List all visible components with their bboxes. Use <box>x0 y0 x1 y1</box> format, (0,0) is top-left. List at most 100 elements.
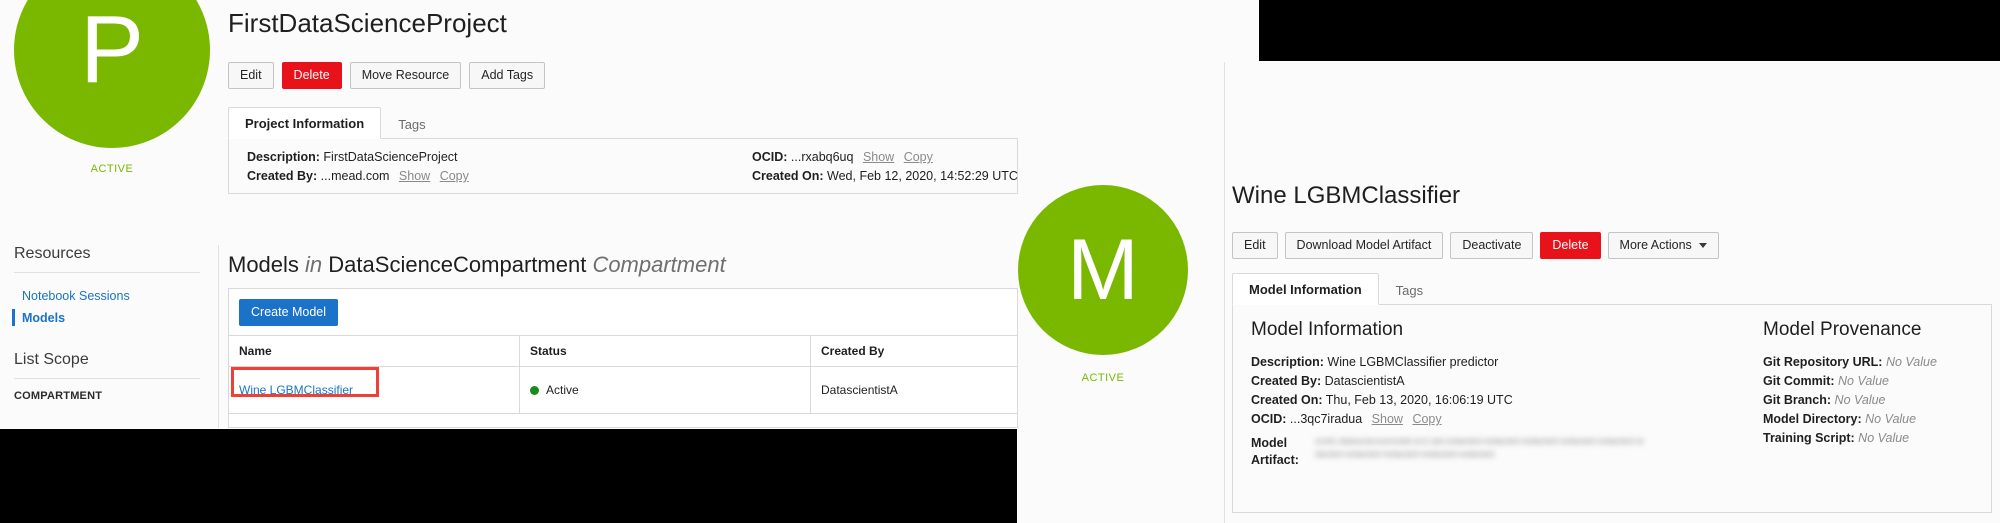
project-created-by-copy-link[interactable]: Copy <box>440 169 469 183</box>
project-created-by-show-link[interactable]: Show <box>399 169 430 183</box>
model-ocid-copy-link[interactable]: Copy <box>1412 412 1441 426</box>
git-branch-value: No Value <box>1834 393 1886 407</box>
git-branch-row: Git Branch: No Value <box>1763 391 1993 410</box>
model-artifact-label-line2: Artifact: <box>1251 453 1299 467</box>
project-avatar: P <box>14 0 210 148</box>
more-actions-button[interactable]: More Actions <box>1607 232 1719 259</box>
git-repository-url-value: No Value <box>1885 355 1937 369</box>
project-created-by-value: ...mead.com <box>320 169 390 183</box>
models-heading-compartment-word: Compartment <box>592 252 726 277</box>
model-directory-row: Model Directory: No Value <box>1763 410 1993 429</box>
cell-model-name: Wine LGBMClassifier <box>229 366 520 414</box>
project-action-toolbar: Edit Delete Move Resource Add Tags <box>228 62 546 89</box>
model-delete-button[interactable]: Delete <box>1540 232 1601 259</box>
training-script-value: No Value <box>1858 431 1910 445</box>
project-created-on-value: Wed, Feb 12, 2020, 14:52:29 UTC <box>827 169 1018 183</box>
column-header-created-by[interactable]: Created By <box>810 335 1017 367</box>
column-header-name[interactable]: Name <box>229 335 520 367</box>
download-model-artifact-button[interactable]: Download Model Artifact <box>1284 232 1444 259</box>
sidebar-item-models[interactable]: Models <box>12 307 218 329</box>
project-description-row: Description: FirstDataScienceProject <box>247 148 469 167</box>
more-actions-label: More Actions <box>1619 238 1692 252</box>
table-row: Wine LGBMClassifier Active Datascientist… <box>229 366 1017 414</box>
create-model-button[interactable]: Create Model <box>239 299 339 326</box>
models-table-header-row: Name Status Created By <box>229 335 1017 367</box>
redaction-block-bottom-left <box>0 428 1018 523</box>
project-ocid-show-link[interactable]: Show <box>863 150 894 164</box>
models-heading-word: Models <box>228 252 299 277</box>
project-details-left-column: Description: FirstDataScienceProject Cre… <box>247 148 469 186</box>
model-artifact-row: Model Artifact: ocid1.datasciencemodel.o… <box>1251 435 1671 469</box>
model-created-on-label: Created On: <box>1251 393 1323 407</box>
project-tab-bar: Project Information Tags <box>228 106 1018 139</box>
git-branch-label: Git Branch: <box>1763 393 1832 407</box>
training-script-label: Training Script: <box>1763 431 1855 445</box>
model-information-body: Model Information Description: Wine LGBM… <box>1232 305 1992 513</box>
project-move-resource-button[interactable]: Move Resource <box>349 62 462 89</box>
model-ocid-show-link[interactable]: Show <box>1372 412 1403 426</box>
project-add-tags-button[interactable]: Add Tags <box>469 62 546 89</box>
screenshot-root: P ACTIVE FirstDataScienceProject Edit De… <box>0 0 2000 523</box>
model-created-on-value: Thu, Feb 13, 2020, 16:06:19 UTC <box>1325 393 1513 407</box>
model-artifact-value: ocid1.datasciencemodel.oc1.iad.redacted-… <box>1315 436 1644 459</box>
project-edit-button[interactable]: Edit <box>228 62 274 89</box>
sidebar-resources-heading: Resources <box>14 245 91 262</box>
project-created-by-label: Created By: <box>247 169 318 183</box>
create-model-toolbar: Create Model <box>229 289 1017 335</box>
model-avatar: M <box>1018 185 1188 355</box>
project-page-title: FirstDataScienceProject <box>228 8 507 38</box>
models-heading-compartment: DataScienceCompartment <box>328 252 587 277</box>
sidebar-item-notebook-sessions[interactable]: Notebook Sessions <box>22 285 218 307</box>
cell-model-created-by: DatascientistA <box>810 366 1017 414</box>
model-directory-label: Model Directory: <box>1763 412 1862 426</box>
model-ocid-value: ...3qc7iradua <box>1289 412 1363 426</box>
redaction-block-top-right <box>1258 0 2000 62</box>
git-repository-url-label: Git Repository URL: <box>1763 355 1883 369</box>
sidebar-vertical-divider <box>218 245 219 428</box>
project-delete-button[interactable]: Delete <box>281 62 342 89</box>
model-created-by-value: DatascientistA <box>1324 374 1405 388</box>
chevron-down-icon <box>1698 243 1707 249</box>
model-provenance-column: Model Provenance Git Repository URL: No … <box>1763 319 1993 448</box>
project-status-badge: ACTIVE <box>90 163 134 175</box>
model-information-section-title: Model Information <box>1251 319 1404 340</box>
project-created-by-row: Created By: ...mead.com Show Copy <box>247 167 469 186</box>
model-description-row: Description: Wine LGBMClassifier predict… <box>1251 353 1671 372</box>
project-information-card: Project Information Tags Description: Fi… <box>228 106 1018 202</box>
sidebar-list-scope-heading: List Scope <box>14 351 89 368</box>
models-table-card: Create Model Name Status Created By Wine… <box>228 288 1018 428</box>
project-ocid-value: ...rxabq6uq <box>790 150 854 164</box>
project-created-on-label: Created On: <box>752 169 824 183</box>
model-provenance-section-title: Model Provenance <box>1763 319 1922 340</box>
models-section-heading: Models in DataScienceCompartment Compart… <box>228 252 726 278</box>
sidebar-item-list: Notebook Sessions Models <box>0 273 218 329</box>
model-created-by-row: Created By: DatascientistA <box>1251 372 1671 391</box>
tab-model-information[interactable]: Model Information <box>1232 273 1379 305</box>
column-header-status[interactable]: Status <box>519 335 811 367</box>
model-tab-bar: Model Information Tags <box>1232 272 1992 305</box>
model-directory-value: No Value <box>1865 412 1917 426</box>
tab-project-tags[interactable]: Tags <box>381 108 442 139</box>
resources-sidebar: Resources Notebook Sessions Models List … <box>0 245 218 402</box>
model-name-link[interactable]: Wine LGBMClassifier <box>239 383 353 397</box>
model-edit-button[interactable]: Edit <box>1232 232 1278 259</box>
git-commit-label: Git Commit: <box>1763 374 1835 388</box>
status-dot-icon <box>530 386 539 396</box>
project-ocid-copy-link[interactable]: Copy <box>904 150 933 164</box>
sidebar-compartment-label: COMPARTMENT <box>14 390 103 402</box>
git-commit-value: No Value <box>1838 374 1889 388</box>
project-information-body: Description: FirstDataScienceProject Cre… <box>228 139 1018 194</box>
project-ocid-row: OCID: ...rxabq6uq Show Copy <box>752 148 1018 167</box>
models-heading-in: in <box>305 252 323 277</box>
model-deactivate-button[interactable]: Deactivate <box>1450 232 1534 259</box>
model-information-column: Model Information Description: Wine LGBM… <box>1251 319 1671 469</box>
model-action-toolbar: Edit Download Model Artifact Deactivate … <box>1232 232 1719 259</box>
cell-model-status: Active <box>519 366 811 414</box>
model-status-badge: ACTIVE <box>1081 372 1125 384</box>
tab-project-information[interactable]: Project Information <box>228 107 382 139</box>
model-description-value: Wine LGBMClassifier predictor <box>1327 355 1499 369</box>
tab-model-tags[interactable]: Tags <box>1379 274 1440 305</box>
model-status-text: Active <box>546 383 579 397</box>
project-details-right-column: OCID: ...rxabq6uq Show Copy Created On: … <box>752 148 1018 186</box>
model-ocid-row: OCID: ...3qc7iradua Show Copy <box>1251 410 1671 429</box>
